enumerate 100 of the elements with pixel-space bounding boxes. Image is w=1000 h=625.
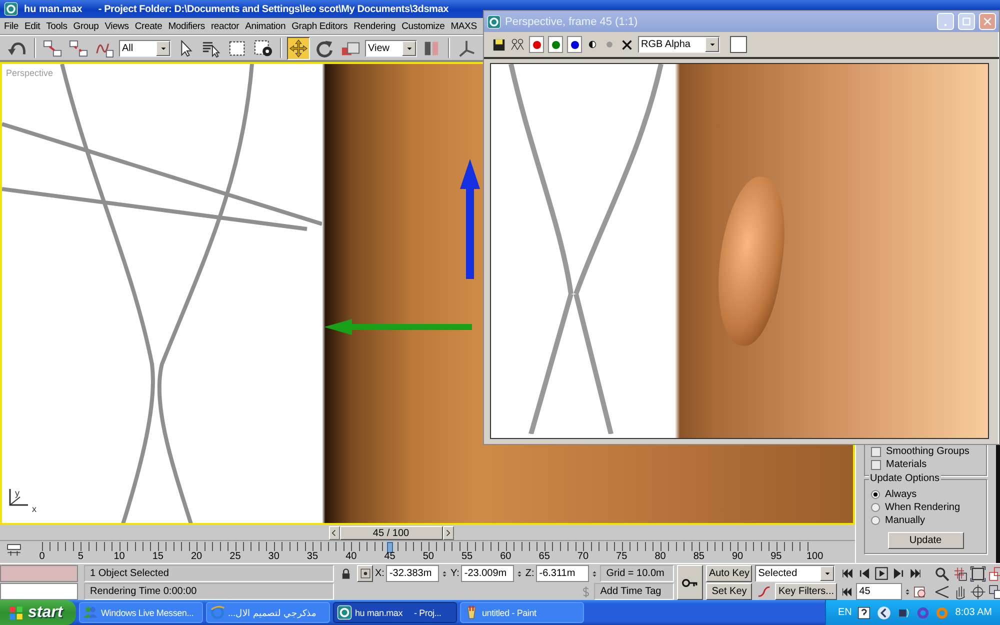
radio-button[interactable] <box>871 516 880 525</box>
channel-toggle-button[interactable] <box>567 36 582 53</box>
frame-number: 100 <box>805 551 824 562</box>
frame-number: 95 <box>770 551 783 562</box>
toolbar-dropdown[interactable]: View <box>365 40 417 56</box>
frame-number: 80 <box>654 551 667 562</box>
menu-item[interactable]: File <box>1 20 22 32</box>
target-square-icon <box>360 568 370 579</box>
listener-output-field[interactable] <box>0 583 78 600</box>
dropdown-button[interactable] <box>402 40 416 56</box>
axis-label: Y: <box>450 568 460 579</box>
clone-icon[interactable] <box>510 37 525 52</box>
menu-item[interactable]: reactor <box>208 20 242 32</box>
skip-start-icon[interactable] <box>840 567 856 580</box>
left-chevron-icon <box>330 528 338 536</box>
radio-label: Manually <box>885 515 926 526</box>
key-mode-dropdown[interactable]: Selected <box>755 565 836 582</box>
dotted-rectangle-circle-icon <box>254 38 273 58</box>
menu-item[interactable]: Group <box>70 20 102 32</box>
globe-icon <box>210 605 225 620</box>
set-key-button[interactable] <box>677 565 704 600</box>
menu-item[interactable]: Customize <box>398 20 448 32</box>
menu-item[interactable]: Graph Editors <box>288 20 351 32</box>
set-key-button[interactable]: Set Key <box>706 583 752 600</box>
frame-number: 40 <box>344 551 358 562</box>
coordinate-field[interactable]: -6.311m <box>536 565 590 582</box>
status-message: 1 Object Selected <box>84 565 334 582</box>
color-swatch[interactable] <box>730 36 747 53</box>
dropdown-button[interactable] <box>705 37 719 52</box>
four-way-arrow-icon <box>289 38 308 58</box>
taskbar-button[interactable]: مذكرجي لتصميم الال... <box>206 602 330 623</box>
absolute-mode-button[interactable] <box>357 565 373 582</box>
window-title: hu man.max <box>24 4 82 14</box>
help-icon[interactable] <box>856 606 871 620</box>
dotted-rectangle-icon <box>228 38 247 58</box>
move-button[interactable] <box>287 36 310 60</box>
next-frame-button[interactable] <box>442 526 454 540</box>
frame-number: 85 <box>692 551 706 562</box>
frame-number: 50 <box>422 551 435 562</box>
radio-button[interactable] <box>871 490 880 499</box>
frame-number: 35 <box>306 551 320 562</box>
channel-toggle-button[interactable] <box>529 36 544 53</box>
frame-number: 75 <box>615 551 628 562</box>
menu-item[interactable]: Create <box>132 20 166 32</box>
triangle-view-icon[interactable] <box>934 584 950 600</box>
menu-item[interactable]: Rendering <box>350 20 399 32</box>
grid-magnifier-icon[interactable] <box>952 566 968 582</box>
ring-icon[interactable] <box>916 606 930 620</box>
frame-icon[interactable] <box>970 566 986 582</box>
listener-input-field[interactable] <box>0 565 78 582</box>
radio-button[interactable] <box>871 503 880 512</box>
menu-item[interactable]: Tools <box>43 20 70 32</box>
maximize-icon <box>961 16 972 27</box>
lock-icon[interactable] <box>340 568 352 580</box>
contrast-icon[interactable] <box>586 38 599 51</box>
time-slider-thumb[interactable]: 45 / 100 <box>340 526 442 540</box>
frame-number: 55 <box>460 551 474 562</box>
chevron-icon[interactable] <box>876 604 892 620</box>
auto-key-button[interactable]: Auto Key <box>706 565 752 582</box>
coordinate-field[interactable]: -23.009m <box>461 565 514 582</box>
dropdown-value: View <box>368 42 390 54</box>
magnifier-icon[interactable] <box>934 566 950 582</box>
radio-label: Always <box>885 489 917 500</box>
taskbar-button[interactable]: Windows Live Messen... <box>79 602 203 623</box>
close-icon[interactable] <box>620 38 634 52</box>
channel-dropdown[interactable]: RGB Alpha <box>638 36 720 53</box>
skip-end-icon[interactable] <box>908 567 924 580</box>
windows-flag-icon <box>8 604 24 620</box>
dropdown-button[interactable] <box>820 566 834 581</box>
menu-item[interactable]: Views <box>102 20 132 32</box>
taskbar-button[interactable]: hu man.max - Proj... <box>333 602 457 623</box>
checkbox[interactable] <box>871 460 881 470</box>
dropdown-button[interactable] <box>156 40 170 56</box>
current-frame-field[interactable]: 45 <box>856 583 902 600</box>
play-icon[interactable] <box>874 567 890 580</box>
frame-number: 20 <box>190 551 204 562</box>
clock-icon[interactable] <box>913 584 928 598</box>
channel-toggle-button[interactable] <box>548 36 563 53</box>
axis-label: x <box>32 504 36 514</box>
key-mode-icon[interactable] <box>840 586 854 598</box>
menu-item[interactable]: Edit <box>22 20 44 32</box>
update-button[interactable]: Update <box>888 532 964 549</box>
previous-frame-button[interactable] <box>328 526 340 540</box>
frame-number: 5 <box>76 551 84 562</box>
add-time-tag-button[interactable]: Add Time Tag <box>594 583 674 600</box>
current-frame-marker[interactable] <box>386 542 393 553</box>
orbit-icon[interactable] <box>970 584 986 600</box>
taskbar-button[interactable]: untitled - Paint <box>460 602 584 623</box>
axis-label: y <box>15 488 20 498</box>
menu-item[interactable]: Modifiers <box>165 20 208 32</box>
toolbar-dropdown[interactable]: All <box>119 40 171 56</box>
checkbox[interactable] <box>871 446 881 456</box>
menu-item[interactable]: Animation <box>242 20 289 32</box>
coordinate-field[interactable]: -32.383m <box>386 565 440 582</box>
key-filters-button[interactable]: Key Filters... <box>775 583 838 600</box>
start-button[interactable]: start <box>0 600 76 625</box>
maximize-viewport-icon[interactable] <box>988 584 1000 600</box>
frame-number: 45 <box>383 551 396 562</box>
checkbox-label: Smoothing Groups <box>886 446 970 457</box>
menu-item[interactable]: MAXS <box>448 20 480 32</box>
